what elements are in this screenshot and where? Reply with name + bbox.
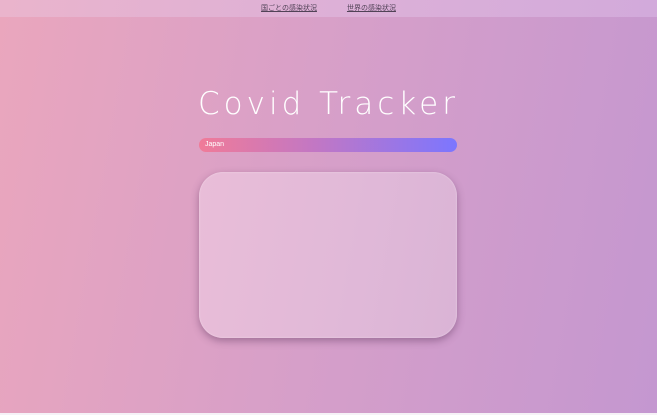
country-select-value: Japan <box>205 141 225 148</box>
nav-link-country-status[interactable]: 国ごとの感染状況 <box>261 3 317 13</box>
nav-link-world-status[interactable]: 世界の感染状況 <box>347 3 396 13</box>
country-select[interactable]: Japan <box>199 138 457 152</box>
page-background: 国ごとの感染状況 世界の感染状況 Covid Tracker Japan <box>0 0 657 415</box>
stats-card <box>199 172 457 338</box>
top-navbar: 国ごとの感染状況 世界の感染状況 <box>0 0 657 17</box>
nav-links: 国ごとの感染状況 世界の感染状況 <box>0 3 657 13</box>
page-title: Covid Tracker <box>198 86 459 122</box>
